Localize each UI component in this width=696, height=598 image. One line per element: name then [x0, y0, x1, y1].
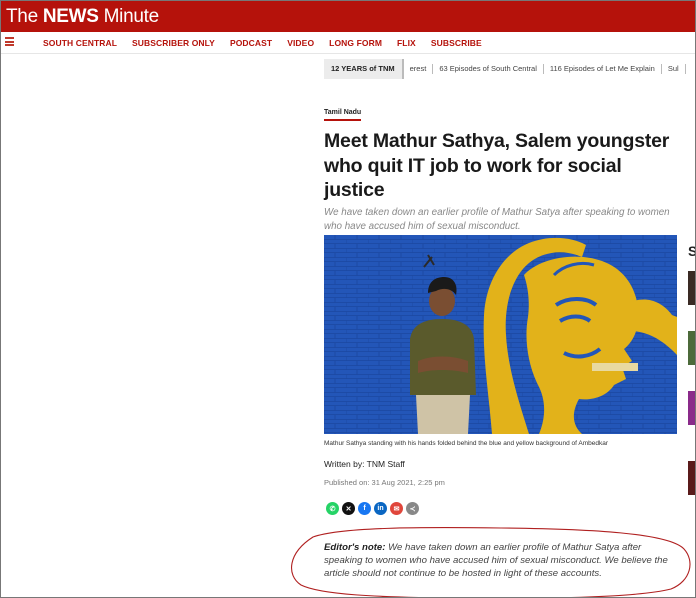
- ticker-item[interactable]: 116 Episodes of Let Me Explain: [544, 64, 662, 74]
- hamburger-icon[interactable]: [5, 37, 14, 46]
- article-header: Tamil Nadu Meet Mathur Sathya, Salem you…: [324, 101, 679, 234]
- ticker-item[interactable]: erest: [404, 64, 434, 74]
- logo-text-pre: The: [6, 5, 43, 27]
- ticker-bar: 12 YEARS of TNM erest 63 Episodes of Sout…: [324, 59, 695, 79]
- logo-text-bold: NEWS: [42, 5, 99, 27]
- ticker-tag[interactable]: 12 YEARS of TNM: [324, 59, 404, 79]
- email-icon[interactable]: ✉: [390, 502, 403, 515]
- sidebar-thumbnail[interactable]: [688, 271, 695, 305]
- article-byline: Written by: TNM Staff: [324, 459, 405, 469]
- sidebar-thumbnail[interactable]: [688, 331, 695, 365]
- site-logo[interactable]: The NEWS Minute: [6, 6, 159, 28]
- editor-note-label: Editor's note:: [324, 542, 386, 553]
- image-caption: Mathur Sathya standing with his hands fo…: [324, 440, 609, 447]
- share-icon[interactable]: ≺: [406, 502, 419, 515]
- nav-items: SOUTH CENTRAL SUBSCRIBER ONLY PODCAST VIDEO…: [43, 32, 482, 54]
- main-nav: SOUTH CENTRAL SUBSCRIBER ONLY PODCAST VIDEO…: [1, 32, 695, 54]
- nav-item-subscribe[interactable]: SUBSCRIBE: [431, 38, 482, 48]
- publish-date: Published on: 31 Aug 2021, 2:25 pm: [324, 478, 445, 487]
- facebook-icon[interactable]: f: [358, 502, 371, 515]
- ticker-item[interactable]: Sul: [662, 64, 686, 74]
- nav-item-podcast[interactable]: PODCAST: [230, 38, 272, 48]
- share-buttons: ✆ ✕ f in ✉ ≺: [326, 502, 419, 515]
- logo-text-post: Minute: [98, 5, 160, 27]
- nav-item-south-central[interactable]: SOUTH CENTRAL: [43, 38, 117, 48]
- nav-item-flix[interactable]: FLIX: [397, 38, 416, 48]
- article-standfirst: We have taken down an earlier profile of…: [324, 206, 670, 232]
- linkedin-icon[interactable]: in: [374, 502, 387, 515]
- editor-note: Editor's note: We have taken down an ear…: [324, 541, 676, 581]
- section-kicker[interactable]: Tamil Nadu: [324, 109, 362, 121]
- article-headline: Meet Mathur Sathya, Salem youngster who …: [324, 130, 670, 201]
- ticker-item[interactable]: 63 Episodes of South Central: [433, 64, 544, 74]
- sidebar-thumbnail[interactable]: [688, 461, 695, 495]
- site-header: The NEWS Minute: [1, 1, 695, 32]
- sidebar-thumbnail[interactable]: [688, 391, 695, 425]
- nav-item-long-form[interactable]: LONG FORM: [329, 38, 382, 48]
- hero-illustration: [324, 235, 677, 434]
- hero-image: [324, 235, 677, 434]
- x-icon[interactable]: ✕: [342, 502, 355, 515]
- nav-item-subscriber-only[interactable]: SUBSCRIBER ONLY: [132, 38, 215, 48]
- sidebar-heading: S: [688, 243, 695, 259]
- nav-item-video[interactable]: VIDEO: [287, 38, 314, 48]
- browser-page: The NEWS Minute SOUTH CENTRAL SUBSCRIBER …: [0, 0, 696, 598]
- whatsapp-icon[interactable]: ✆: [326, 502, 339, 515]
